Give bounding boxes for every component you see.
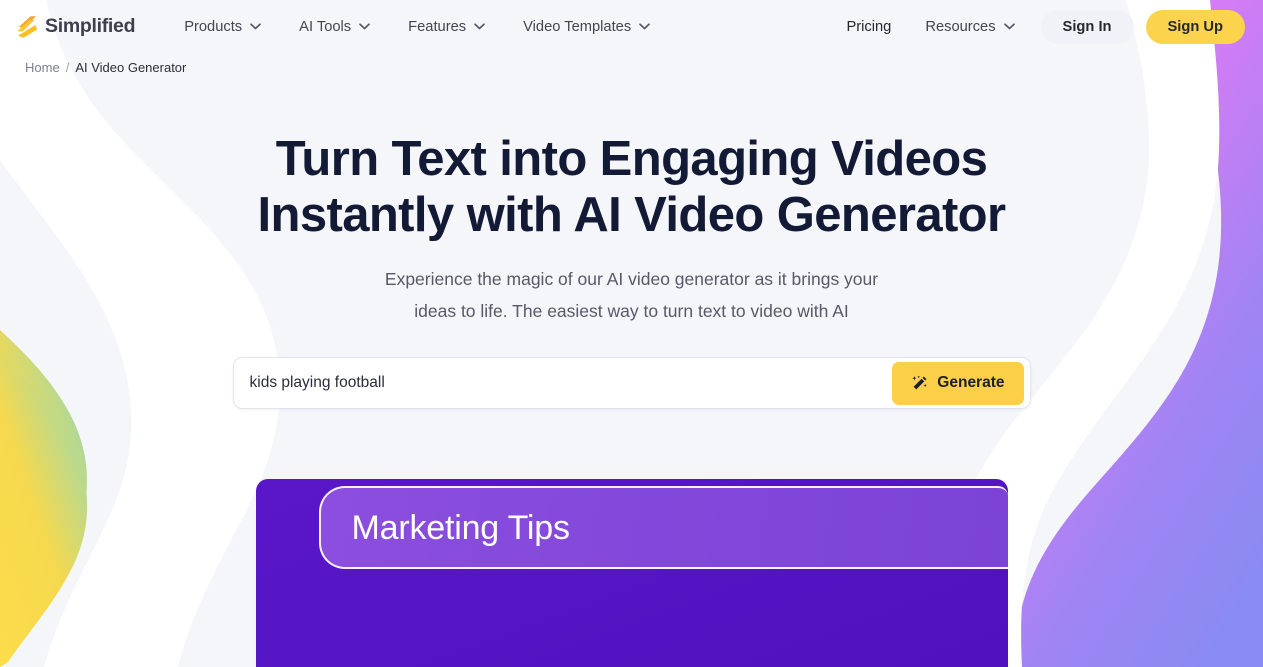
page-subtitle-line-1: Experience the magic of our AI video gen… xyxy=(384,269,879,289)
breadcrumb-current-page: AI Video Generator xyxy=(75,60,187,75)
chevron-down-icon xyxy=(250,23,262,30)
video-preview-title-panel: Marketing Tips xyxy=(318,486,1008,569)
nav-item-pricing-label: Pricing xyxy=(846,18,892,35)
primary-nav-links: Products AI Tools Features Video Templat… xyxy=(165,11,669,43)
page-title: Turn Text into Engaging Videos Instantly… xyxy=(0,131,1263,243)
prompt-input[interactable] xyxy=(233,358,893,408)
breadcrumb: Home / AI Video Generator xyxy=(0,53,1263,75)
page-subtitle-line-2: ideas to life. The easiest way to turn t… xyxy=(414,301,849,321)
video-preview-card[interactable]: Marketing Tips xyxy=(255,479,1008,667)
nav-item-pricing[interactable]: Pricing xyxy=(830,11,907,43)
prompt-search-bar: Generate xyxy=(232,357,1031,409)
simplified-logo-icon xyxy=(17,15,37,38)
nav-item-resources[interactable]: Resources xyxy=(909,11,1030,43)
breadcrumb-separator: / xyxy=(65,60,70,75)
magic-wand-icon xyxy=(912,375,928,389)
page-title-line-1: Turn Text into Engaging Videos xyxy=(275,132,988,186)
breadcrumb-home-link[interactable]: Home xyxy=(25,60,60,75)
page-title-line-2: Instantly with AI Video Generator xyxy=(257,188,1006,242)
nav-item-video-templates[interactable]: Video Templates xyxy=(504,11,669,43)
brand-name: Simplified xyxy=(45,15,136,37)
generate-button-label: Generate xyxy=(937,374,1005,391)
sign-up-button[interactable]: Sign Up xyxy=(1145,9,1245,44)
top-navigation-bar: Simplified Products AI Tools Features Vi… xyxy=(0,0,1263,53)
nav-item-features-label: Features xyxy=(408,18,467,35)
nav-item-features[interactable]: Features xyxy=(389,11,504,43)
nav-item-ai-tools-label: AI Tools xyxy=(299,18,352,35)
hero-section: Turn Text into Engaging Videos Instantly… xyxy=(0,75,1263,327)
nav-item-products[interactable]: Products xyxy=(165,11,280,43)
chevron-down-icon xyxy=(359,23,370,30)
chevron-down-icon xyxy=(1003,23,1015,30)
brand-logo[interactable]: Simplified xyxy=(16,15,135,39)
page-subtitle: Experience the magic of our AI video gen… xyxy=(0,263,1263,327)
nav-item-video-templates-label: Video Templates xyxy=(523,18,632,35)
nav-item-resources-label: Resources xyxy=(925,18,996,35)
secondary-nav-links: Pricing Resources Sign In Sign Up xyxy=(830,9,1245,44)
video-preview-title: Marketing Tips xyxy=(351,508,570,547)
chevron-down-icon xyxy=(474,23,485,30)
generate-button[interactable]: Generate xyxy=(892,361,1024,405)
chevron-down-icon xyxy=(639,23,651,30)
nav-item-ai-tools[interactable]: AI Tools xyxy=(280,11,389,43)
nav-item-products-label: Products xyxy=(184,18,243,35)
sign-in-button[interactable]: Sign In xyxy=(1040,9,1134,44)
